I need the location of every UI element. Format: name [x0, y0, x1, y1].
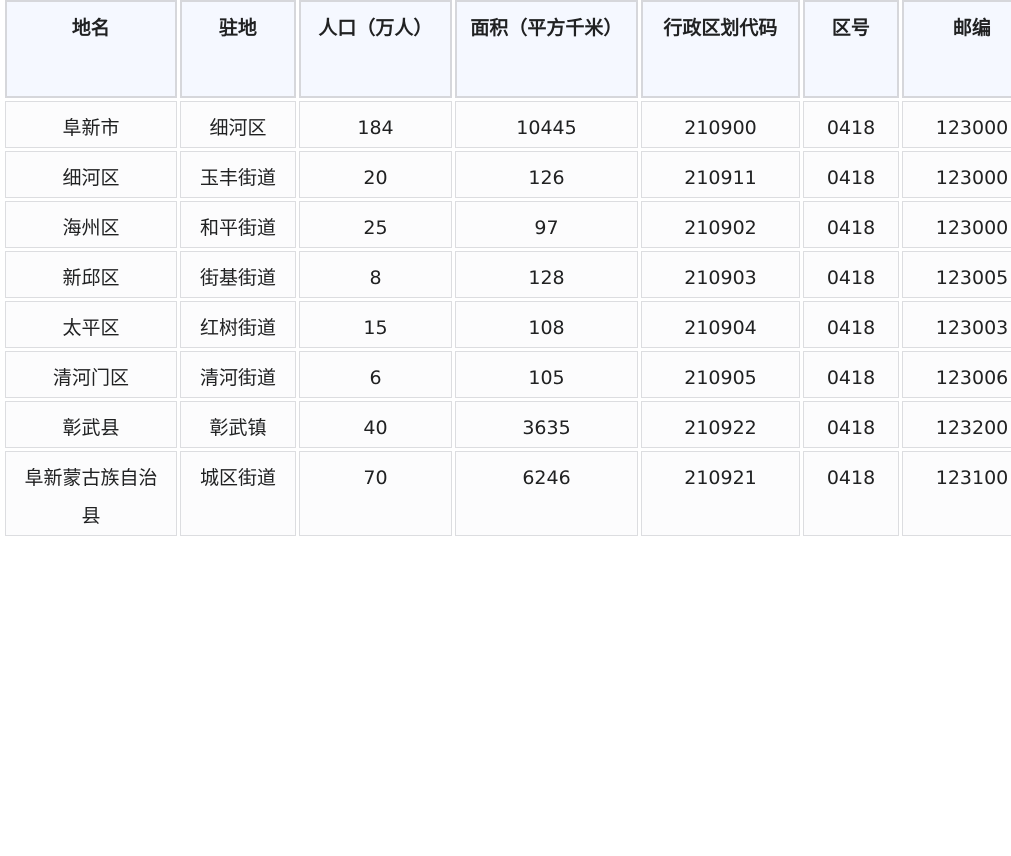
table-cell: 128	[455, 251, 638, 298]
table-cell: 玉丰街道	[180, 151, 296, 198]
column-header-population[interactable]: 人口（万人）	[299, 0, 452, 98]
table-cell: 彰武镇	[180, 401, 296, 448]
table-cell: 海州区	[5, 201, 177, 248]
table-cell: 210905	[641, 351, 800, 398]
table-cell: 0418	[803, 201, 899, 248]
table-cell: 阜新市	[5, 101, 177, 148]
table-cell: 太平区	[5, 301, 177, 348]
table-cell: 街基街道	[180, 251, 296, 298]
table-cell: 210922	[641, 401, 800, 448]
table-cell: 15	[299, 301, 452, 348]
table-cell: 123000	[902, 101, 1011, 148]
table-cell: 210902	[641, 201, 800, 248]
table-cell: 210904	[641, 301, 800, 348]
table-cell: 细河区	[180, 101, 296, 148]
table-row: 细河区 玉丰街道 20 126 210911 0418 123000	[5, 151, 1011, 198]
table-cell: 和平街道	[180, 201, 296, 248]
table-row: 清河门区 清河街道 6 105 210905 0418 123006	[5, 351, 1011, 398]
table-cell: 红树街道	[180, 301, 296, 348]
table-cell: 城区街道	[180, 451, 296, 536]
column-header-division-code[interactable]: 行政区划代码	[641, 0, 800, 98]
table-cell: 新邱区	[5, 251, 177, 298]
table-cell: 8	[299, 251, 452, 298]
table-cell: 210900	[641, 101, 800, 148]
table-cell: 123006	[902, 351, 1011, 398]
table-cell: 清河门区	[5, 351, 177, 398]
table-cell: 123100	[902, 451, 1011, 536]
column-header-area[interactable]: 面积（平方千米）	[455, 0, 638, 98]
table-cell: 123005	[902, 251, 1011, 298]
column-header-name[interactable]: 地名	[5, 0, 177, 98]
table-cell: 210903	[641, 251, 800, 298]
table-cell: 210921	[641, 451, 800, 536]
table-cell: 20	[299, 151, 452, 198]
table-cell: 彰武县	[5, 401, 177, 448]
table-row: 新邱区 街基街道 8 128 210903 0418 123005	[5, 251, 1011, 298]
table-cell: 0418	[803, 451, 899, 536]
table-cell: 25	[299, 201, 452, 248]
table-cell: 105	[455, 351, 638, 398]
column-header-area-code[interactable]: 区号	[803, 0, 899, 98]
table-cell: 123200	[902, 401, 1011, 448]
table-cell: 40	[299, 401, 452, 448]
table-cell: 6246	[455, 451, 638, 536]
table-cell: 184	[299, 101, 452, 148]
table-cell: 123000	[902, 151, 1011, 198]
table-row: 阜新市 细河区 184 10445 210900 0418 123000	[5, 101, 1011, 148]
table-cell: 阜新蒙古族自治县	[5, 451, 177, 536]
table-cell: 70	[299, 451, 452, 536]
table-cell: 3635	[455, 401, 638, 448]
table-cell: 6	[299, 351, 452, 398]
table-cell: 126	[455, 151, 638, 198]
table-cell: 细河区	[5, 151, 177, 198]
table-cell: 0418	[803, 251, 899, 298]
table-cell: 123003	[902, 301, 1011, 348]
table-cell: 123000	[902, 201, 1011, 248]
table-cell: 108	[455, 301, 638, 348]
table-row: 海州区 和平街道 25 97 210902 0418 123000	[5, 201, 1011, 248]
table-header-row: 地名 驻地 人口（万人） 面积（平方千米） 行政区划代码 区号 邮编	[5, 0, 1011, 98]
table-cell: 0418	[803, 401, 899, 448]
table-cell: 0418	[803, 301, 899, 348]
table-cell: 0418	[803, 351, 899, 398]
table-cell: 10445	[455, 101, 638, 148]
table-row: 太平区 红树街道 15 108 210904 0418 123003	[5, 301, 1011, 348]
table-cell: 清河街道	[180, 351, 296, 398]
data-table: 地名 驻地 人口（万人） 面积（平方千米） 行政区划代码 区号 邮编 阜新市 细…	[2, 0, 1011, 539]
table-row: 阜新蒙古族自治县 城区街道 70 6246 210921 0418 123100	[5, 451, 1011, 536]
table-container: 地名 驻地 人口（万人） 面积（平方千米） 行政区划代码 区号 邮编 阜新市 细…	[0, 0, 1011, 856]
table-cell: 0418	[803, 101, 899, 148]
table-row: 彰武县 彰武镇 40 3635 210922 0418 123200	[5, 401, 1011, 448]
table-cell: 210911	[641, 151, 800, 198]
table-cell: 0418	[803, 151, 899, 198]
table-cell: 97	[455, 201, 638, 248]
column-header-postal-code[interactable]: 邮编	[902, 0, 1011, 98]
column-header-seat[interactable]: 驻地	[180, 0, 296, 98]
